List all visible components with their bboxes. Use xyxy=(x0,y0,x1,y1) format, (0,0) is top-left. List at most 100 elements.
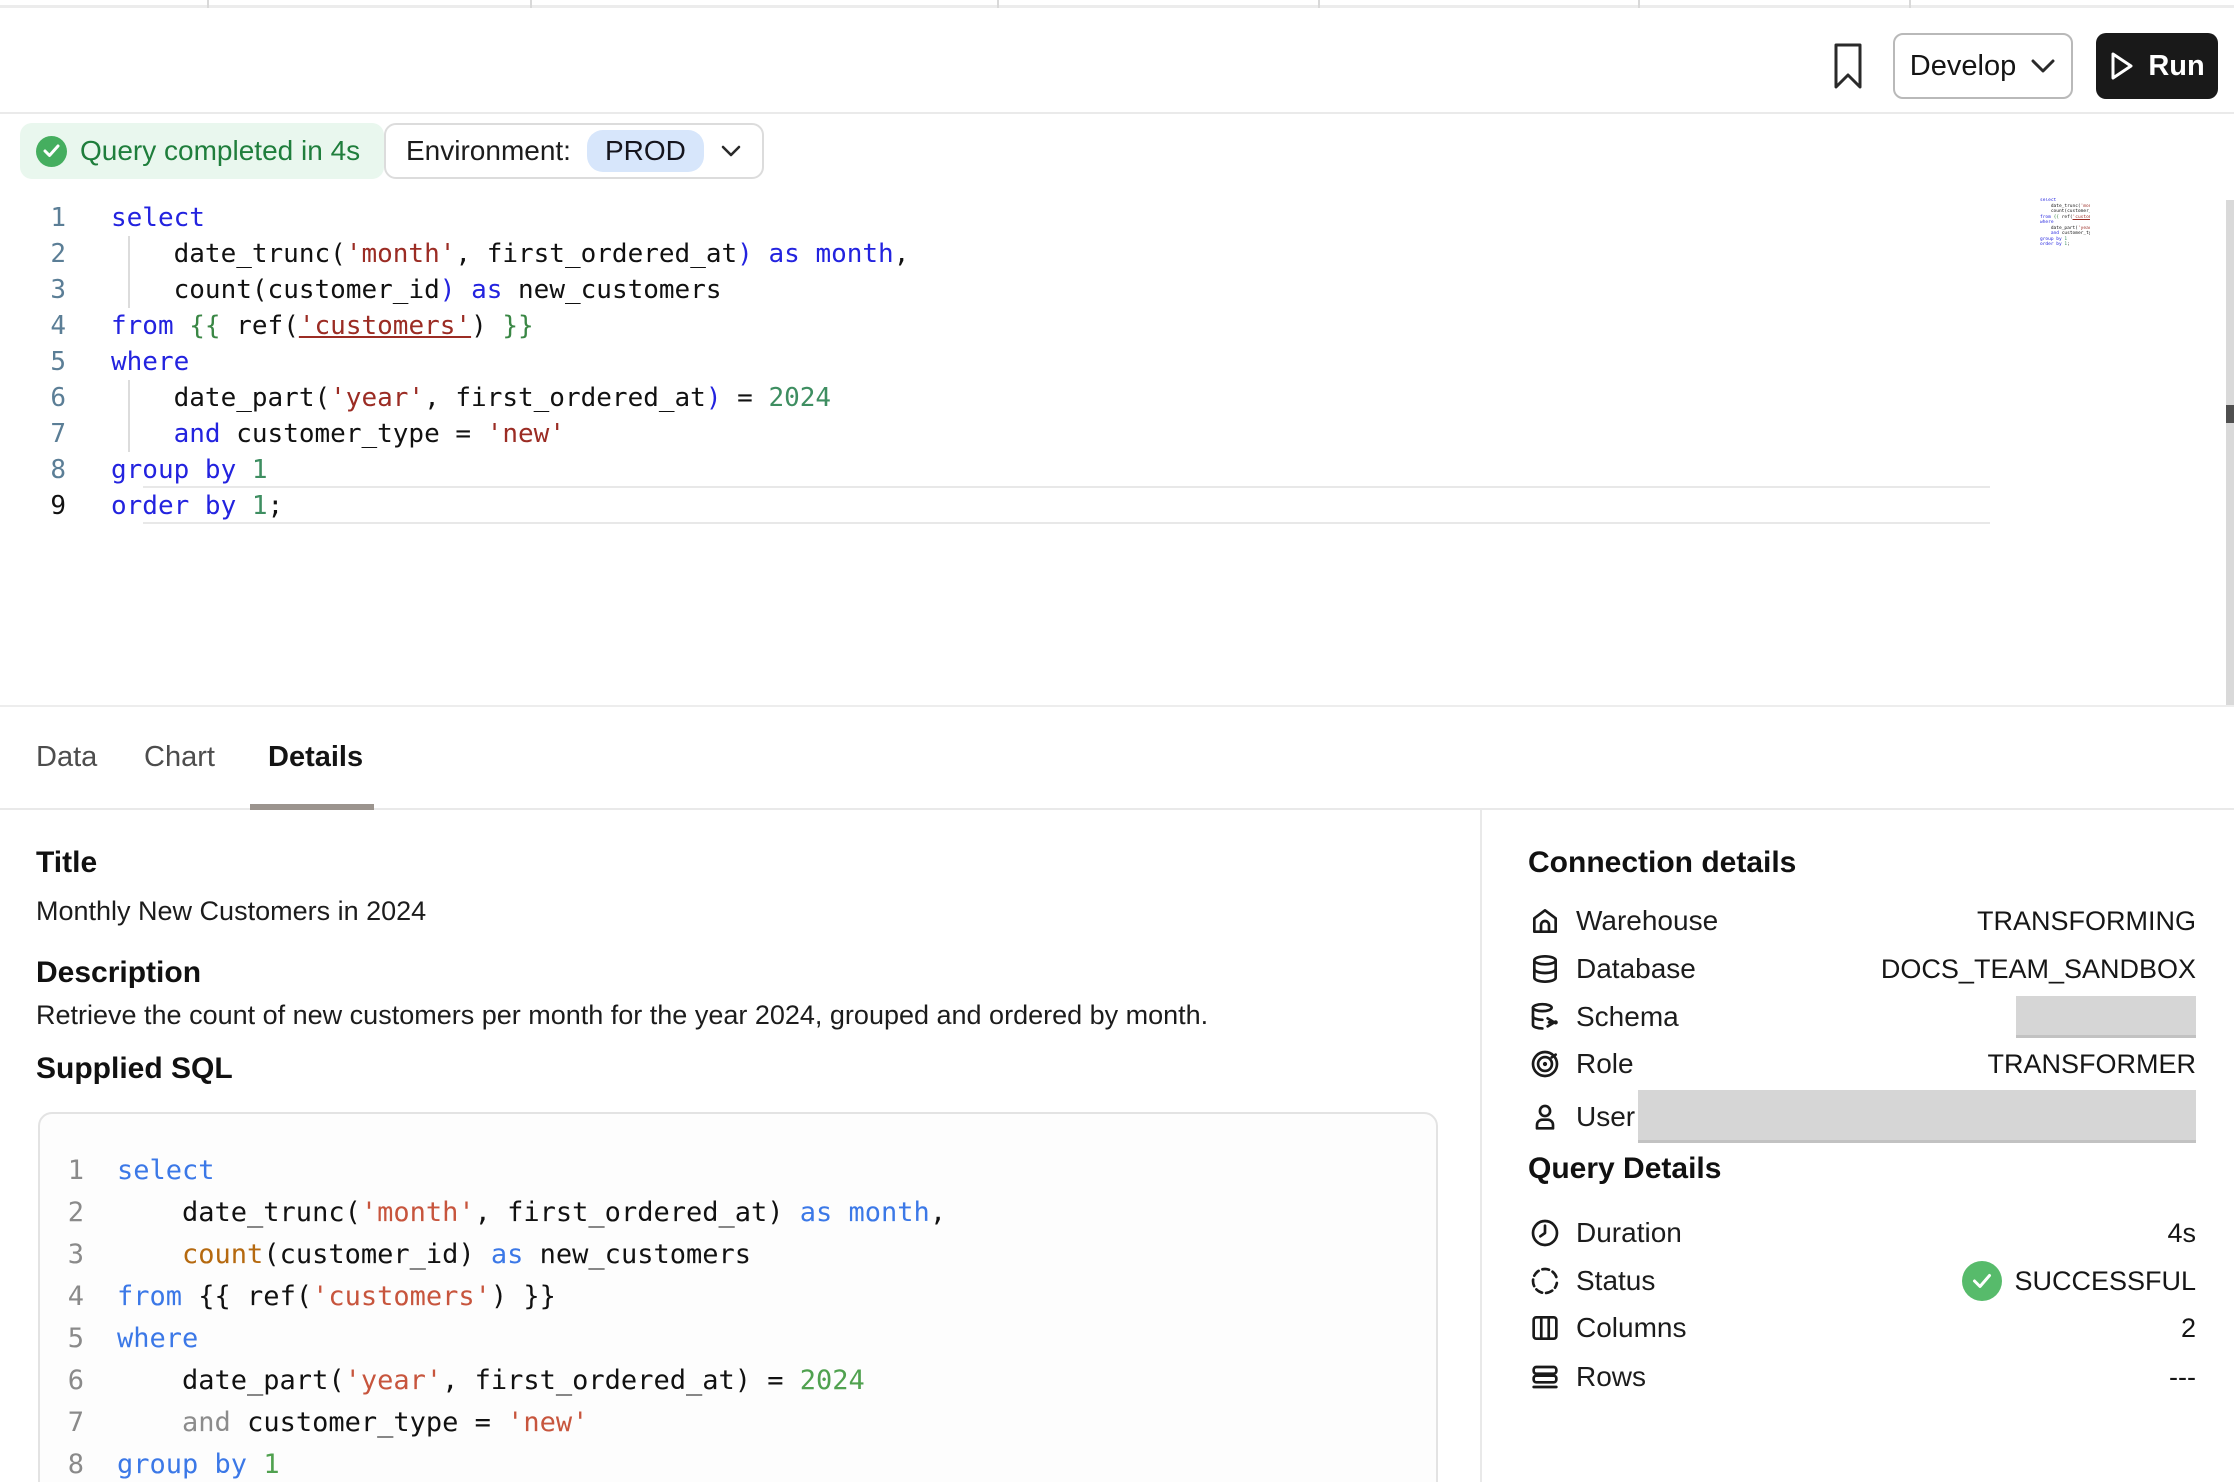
code-token: and xyxy=(182,1407,231,1438)
detail-label: Database xyxy=(1576,953,1696,985)
supplied-sql-heading: Supplied SQL xyxy=(36,1052,233,1086)
code-token xyxy=(2040,209,2051,214)
code-line-2: 2 date_trunc('month', first_ordered_at) … xyxy=(0,236,2000,272)
code-token: 1 xyxy=(263,1449,279,1480)
code-token: {{ xyxy=(189,311,220,341)
tab-data[interactable]: Data xyxy=(36,741,97,774)
code-token: where xyxy=(2040,220,2054,225)
code-token: as xyxy=(800,1197,833,1228)
detail-label: Warehouse xyxy=(1576,905,1718,937)
code-token: 'year' xyxy=(330,383,424,413)
code-token: group by xyxy=(117,1449,247,1480)
ref-customers-link[interactable]: 'customers' xyxy=(299,311,471,341)
code-token xyxy=(111,419,174,449)
detail-value: --- xyxy=(2169,1362,2196,1393)
scrollbar-thumb[interactable] xyxy=(2226,405,2234,423)
code-line-2: 2 date_trunc('month', first_ordered_at) … xyxy=(40,1192,946,1234)
top-strip-divider xyxy=(997,0,999,8)
detail-value: 2 xyxy=(2181,1313,2196,1344)
code-token: date_part( xyxy=(2040,226,2078,231)
code-token: ref( xyxy=(221,311,299,341)
code-token: (customer_id xyxy=(2064,209,2090,214)
line-number: 7 xyxy=(0,416,66,452)
code-token: date_part( xyxy=(117,1365,345,1396)
bookmark-icon[interactable] xyxy=(1826,41,1870,91)
code-line-9: 9order by 1; xyxy=(0,488,2000,524)
line-number: 2 xyxy=(40,1192,84,1234)
ref-customers-link[interactable]: 'customers' xyxy=(2073,215,2090,220)
detail-label: Status xyxy=(1576,1265,1655,1297)
code-token: 'month' xyxy=(346,239,456,269)
code-token xyxy=(174,311,190,341)
code-token: where xyxy=(111,347,189,377)
code-token: month xyxy=(815,239,893,269)
line-number: 5 xyxy=(40,1318,84,1360)
code-token: 2024 xyxy=(800,1365,865,1396)
develop-button-label: Develop xyxy=(1910,50,2016,83)
code-token: }} xyxy=(502,311,533,341)
detail-row-user: User xyxy=(1528,1090,2200,1143)
connection-details-heading: Connection details xyxy=(1528,846,1796,880)
code-token: ) }} xyxy=(491,1281,556,1312)
top-strip-divider xyxy=(530,0,532,8)
line-number: 2 xyxy=(0,236,66,272)
ide-app: Develop Run Query completed in 4s Enviro… xyxy=(0,0,2234,1482)
code-token: customer_type = xyxy=(2059,231,2090,236)
query-status-text: Query completed in 4s xyxy=(80,135,360,167)
code-token: , xyxy=(894,239,910,269)
success-check-icon xyxy=(1962,1261,2002,1301)
line-number: 1 xyxy=(40,1150,84,1192)
database-icon xyxy=(1528,952,1562,986)
description-value: Retrieve the count of new customers per … xyxy=(36,1000,1208,1031)
panel-divider xyxy=(1480,810,1482,1482)
detail-label: Rows xyxy=(1576,1361,1646,1393)
run-button[interactable]: Run xyxy=(2096,33,2218,99)
code-token xyxy=(800,239,816,269)
code-token: 'customers' xyxy=(312,1281,491,1312)
detail-value: DOCS_TEAM_SANDBOX xyxy=(1881,954,2196,985)
detail-label: Duration xyxy=(1576,1217,1682,1249)
code-token: 'year' xyxy=(2078,226,2090,231)
tab-chart[interactable]: Chart xyxy=(144,741,215,774)
detail-label: Role xyxy=(1576,1048,1634,1080)
role-icon xyxy=(1528,1047,1562,1081)
detail-label: Schema xyxy=(1576,1001,1679,1033)
code-token: (customer_id xyxy=(252,275,440,305)
code-line-3: 3 count(customer_id) as new_customers xyxy=(40,1234,946,1276)
code-token: 'month' xyxy=(2081,204,2090,209)
code-token: date_trunc( xyxy=(111,239,346,269)
code-token: ref( xyxy=(2059,215,2073,220)
code-token: 1 xyxy=(252,491,268,521)
sql-editor[interactable]: 1select2 date_trunc('month', first_order… xyxy=(0,195,2226,705)
editor-code[interactable]: 1select2 date_trunc('month', first_order… xyxy=(0,200,2000,524)
tab-details[interactable]: Details xyxy=(268,741,363,774)
code-token: ) xyxy=(471,311,502,341)
warehouse-icon xyxy=(1528,904,1562,938)
code-token: month xyxy=(849,1197,930,1228)
detail-row-role: Role TRANSFORMER xyxy=(1528,1040,2200,1088)
develop-button[interactable]: Develop xyxy=(1893,33,2073,99)
environment-dropdown[interactable]: Environment: PROD xyxy=(384,123,764,179)
scrollbar[interactable] xyxy=(2226,200,2234,708)
code-token: , xyxy=(930,1197,946,1228)
header-bar: Develop Run xyxy=(0,11,2234,114)
detail-label: Columns xyxy=(1576,1312,1686,1344)
top-strip-divider xyxy=(1318,0,1320,8)
code-line-7: 7 and customer_type = 'new' xyxy=(0,416,2000,452)
code-token: , first_ordered_at xyxy=(455,239,737,269)
code-line-1: 1select xyxy=(0,200,2000,236)
editor-minimap[interactable]: 1select2 date_trunc('month', first_order… xyxy=(1995,198,2090,268)
code-token: 2024 xyxy=(768,383,831,413)
code-token xyxy=(117,1407,182,1438)
code-token: from xyxy=(117,1281,182,1312)
code-line-4: 4from {{ ref('customers') }} xyxy=(0,308,2000,344)
code-token: customer_type = xyxy=(221,419,487,449)
supplied-sql-code: 1select2 date_trunc('month', first_order… xyxy=(40,1150,946,1482)
code-token: 'new' xyxy=(507,1407,588,1438)
redacted-value xyxy=(2016,996,2196,1038)
detail-value: TRANSFORMER xyxy=(1988,1049,2197,1080)
code-line-4: 4from {{ ref('customers') }} xyxy=(40,1276,946,1318)
code-line-1: 1select xyxy=(40,1150,946,1192)
results-tabbar: Data Chart Details xyxy=(0,705,2234,810)
code-token xyxy=(247,1449,263,1480)
